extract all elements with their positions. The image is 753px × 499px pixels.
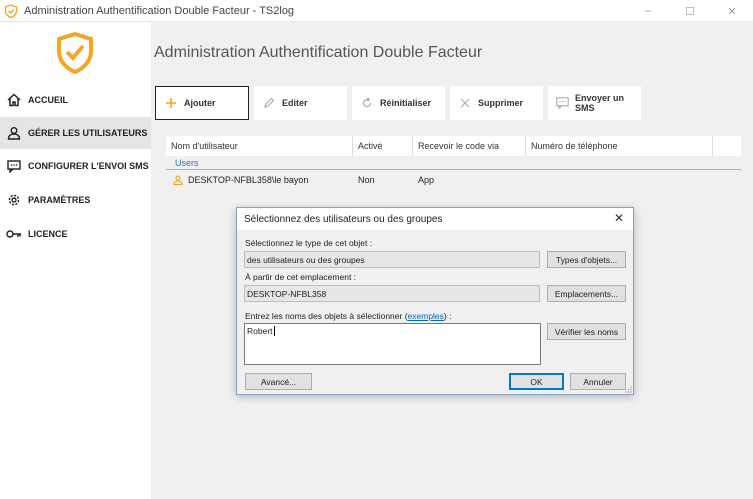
cell-active: Non [358, 175, 375, 185]
sidebar-item-licence[interactable]: LICENCE [0, 218, 151, 250]
examples-link[interactable]: exemples [408, 311, 444, 321]
user-icon [6, 125, 22, 141]
add-button-label: Ajouter [184, 98, 216, 108]
column-header-via[interactable]: Recevoir le code via [413, 136, 526, 156]
shield-check-icon [4, 3, 18, 18]
user-icon [173, 175, 183, 185]
object-type-field: des utilisateurs ou des groupes [244, 251, 540, 268]
page-title: Administration Authentification Double F… [154, 44, 483, 61]
column-header-phone[interactable]: Numéro de téléphone [526, 136, 713, 156]
shield-logo-icon [57, 32, 93, 74]
pencil-icon [262, 96, 276, 110]
window-titlebar: Administration Authentification Double F… [0, 0, 753, 22]
reset-icon [360, 96, 374, 110]
column-header-active[interactable]: Activé [353, 136, 413, 156]
names-textarea[interactable]: Robert [244, 323, 541, 365]
ok-button[interactable]: OK [509, 373, 564, 390]
object-types-button[interactable]: Types d'objets... [547, 251, 626, 268]
sms-icon [6, 158, 22, 174]
sidebar-item-label: CONFIGURER L'ENVOI SMS [28, 161, 149, 171]
locations-button[interactable]: Emplacements... [547, 285, 626, 302]
sidebar-item-parametres[interactable]: PARAMÈTRES [0, 184, 151, 216]
sms-icon [556, 96, 569, 110]
window-title: Administration Authentification Double F… [24, 4, 295, 17]
add-button[interactable]: Ajouter [155, 86, 249, 120]
grid-header: Nom d'utilisateur Activé Recevoir le cod… [166, 136, 741, 156]
home-icon [6, 92, 22, 108]
sidebar-item-configurer-sms[interactable]: CONFIGURER L'ENVOI SMS [0, 150, 151, 182]
toolbar: Ajouter Editer Réinitialiser Supprimer E… [155, 86, 641, 120]
sidebar-item-accueil[interactable]: ACCUEIL [0, 84, 151, 116]
send-sms-button[interactable]: Envoyer un SMS [548, 86, 641, 120]
close-icon[interactable]: ✕ [613, 212, 625, 224]
cancel-button[interactable]: Annuler [570, 373, 626, 390]
sidebar: ACCUEIL GÉRER LES UTILISATEURS CONFIGURE… [0, 22, 151, 499]
check-names-button[interactable]: Vérifier les noms [547, 323, 626, 340]
location-label: À partir de cet emplacement : [245, 272, 357, 282]
cell-via: App [418, 175, 435, 185]
reset-button[interactable]: Réinitialiser [352, 86, 445, 120]
x-icon [458, 96, 472, 110]
dialog-titlebar: Sélectionnez des utilisateurs ou des gro… [237, 208, 633, 230]
select-users-dialog: Sélectionnez des utilisateurs ou des gro… [236, 207, 634, 395]
reset-button-label: Réinitialiser [380, 98, 432, 108]
object-type-label: Sélectionnez le type de cet objet : [245, 238, 373, 248]
sidebar-item-gerer-utilisateurs[interactable]: GÉRER LES UTILISATEURS [0, 117, 151, 149]
key-icon [6, 226, 22, 242]
sidebar-item-label: GÉRER LES UTILISATEURS [28, 128, 148, 138]
edit-button[interactable]: Editer [254, 86, 347, 120]
gear-icon [6, 192, 22, 208]
plus-icon [164, 96, 178, 110]
minimize-button[interactable]: – [627, 0, 669, 22]
resize-grip-icon[interactable] [624, 385, 632, 393]
advanced-button[interactable]: Avancé... [245, 373, 312, 390]
edit-button-label: Editer [282, 98, 308, 108]
location-field: DESKTOP-NFBL358 [244, 285, 540, 302]
maximize-button[interactable]: ☐ [669, 0, 711, 22]
send-sms-button-label: Envoyer un SMS [575, 93, 625, 113]
delete-button[interactable]: Supprimer [450, 86, 543, 120]
column-header-username[interactable]: Nom d'utilisateur [166, 136, 353, 156]
close-button[interactable]: ✕ [711, 0, 753, 22]
sidebar-item-label: LICENCE [28, 229, 68, 239]
sidebar-item-label: PARAMÈTRES [28, 195, 91, 205]
group-row-users[interactable]: Users [166, 156, 741, 170]
table-row[interactable]: DESKTOP-NFBL358\le bayon Non App [166, 172, 741, 188]
sidebar-item-label: ACCUEIL [28, 95, 68, 105]
dialog-title: Sélectionnez des utilisateurs ou des gro… [244, 213, 443, 225]
cell-username: DESKTOP-NFBL358\le bayon [188, 175, 309, 185]
names-label: Entrez les noms des objets à sélectionne… [245, 311, 452, 321]
delete-button-label: Supprimer [478, 98, 524, 108]
